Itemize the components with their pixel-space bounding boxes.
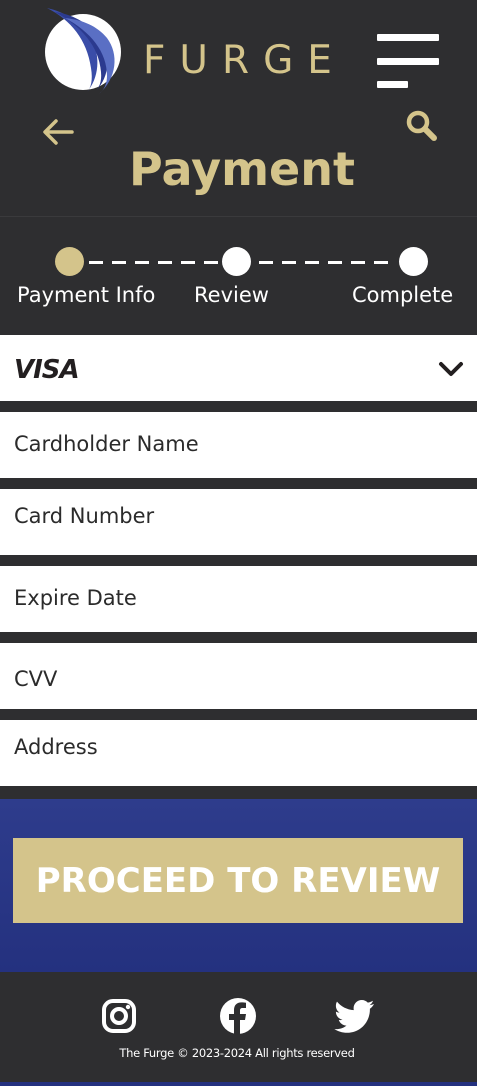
cta-section: PROCEED TO REVIEW <box>0 799 477 972</box>
step-label-complete: Complete <box>352 283 454 307</box>
card-number-placeholder: Card Number <box>14 504 155 528</box>
footer-bottom-bar <box>0 1082 477 1086</box>
cardholder-name-field[interactable]: Cardholder Name <box>0 412 477 478</box>
step-label-payment-info: Payment Info <box>17 283 156 307</box>
cvv-placeholder: CVV <box>14 667 58 691</box>
step-dot-payment-info <box>55 247 84 276</box>
page-title: Payment <box>129 142 355 196</box>
proceed-to-review-button[interactable]: PROCEED TO REVIEW <box>13 838 463 923</box>
twitter-icon[interactable] <box>334 996 374 1036</box>
expire-date-field[interactable]: Expire Date <box>0 566 477 632</box>
progress-dash <box>181 261 195 264</box>
progress-dash <box>259 261 273 264</box>
address-placeholder: Address <box>14 735 98 759</box>
progress-dash <box>204 261 218 264</box>
card-type-select[interactable]: VISA <box>0 335 477 401</box>
footer: The Furge © 2023-2024 All rights reserve… <box>0 972 477 1086</box>
app-header: FURGE Payment <box>0 0 477 216</box>
checkout-progress: Payment Info Review Complete <box>0 216 477 336</box>
progress-dash <box>374 261 388 264</box>
brand-name: FURGE <box>143 38 346 83</box>
step-dot-complete <box>399 247 428 276</box>
step-label-review: Review <box>194 283 269 307</box>
cvv-field[interactable]: CVV <box>0 643 477 709</box>
visa-logo: VISA <box>14 355 80 385</box>
chevron-down-icon[interactable] <box>438 359 464 379</box>
progress-dash <box>89 261 103 264</box>
facebook-icon[interactable] <box>218 996 258 1036</box>
expire-date-placeholder: Expire Date <box>14 586 137 610</box>
instagram-icon[interactable] <box>99 996 139 1036</box>
progress-dash <box>158 261 172 264</box>
progress-dash <box>135 261 149 264</box>
furge-feather-logo-icon[interactable] <box>45 8 121 94</box>
hamburger-menu-icon[interactable] <box>377 34 439 88</box>
progress-dash <box>305 261 319 264</box>
search-icon[interactable] <box>405 110 439 142</box>
cardholder-name-placeholder: Cardholder Name <box>14 432 199 456</box>
card-number-field[interactable]: Card Number <box>0 489 477 555</box>
progress-dash <box>351 261 365 264</box>
progress-dash <box>328 261 342 264</box>
address-field[interactable]: Address <box>0 720 477 786</box>
progress-dash <box>112 261 126 264</box>
step-dot-review <box>222 247 251 276</box>
copyright-text: The Furge © 2023-2024 All rights reserve… <box>119 1046 355 1060</box>
progress-dash <box>282 261 296 264</box>
